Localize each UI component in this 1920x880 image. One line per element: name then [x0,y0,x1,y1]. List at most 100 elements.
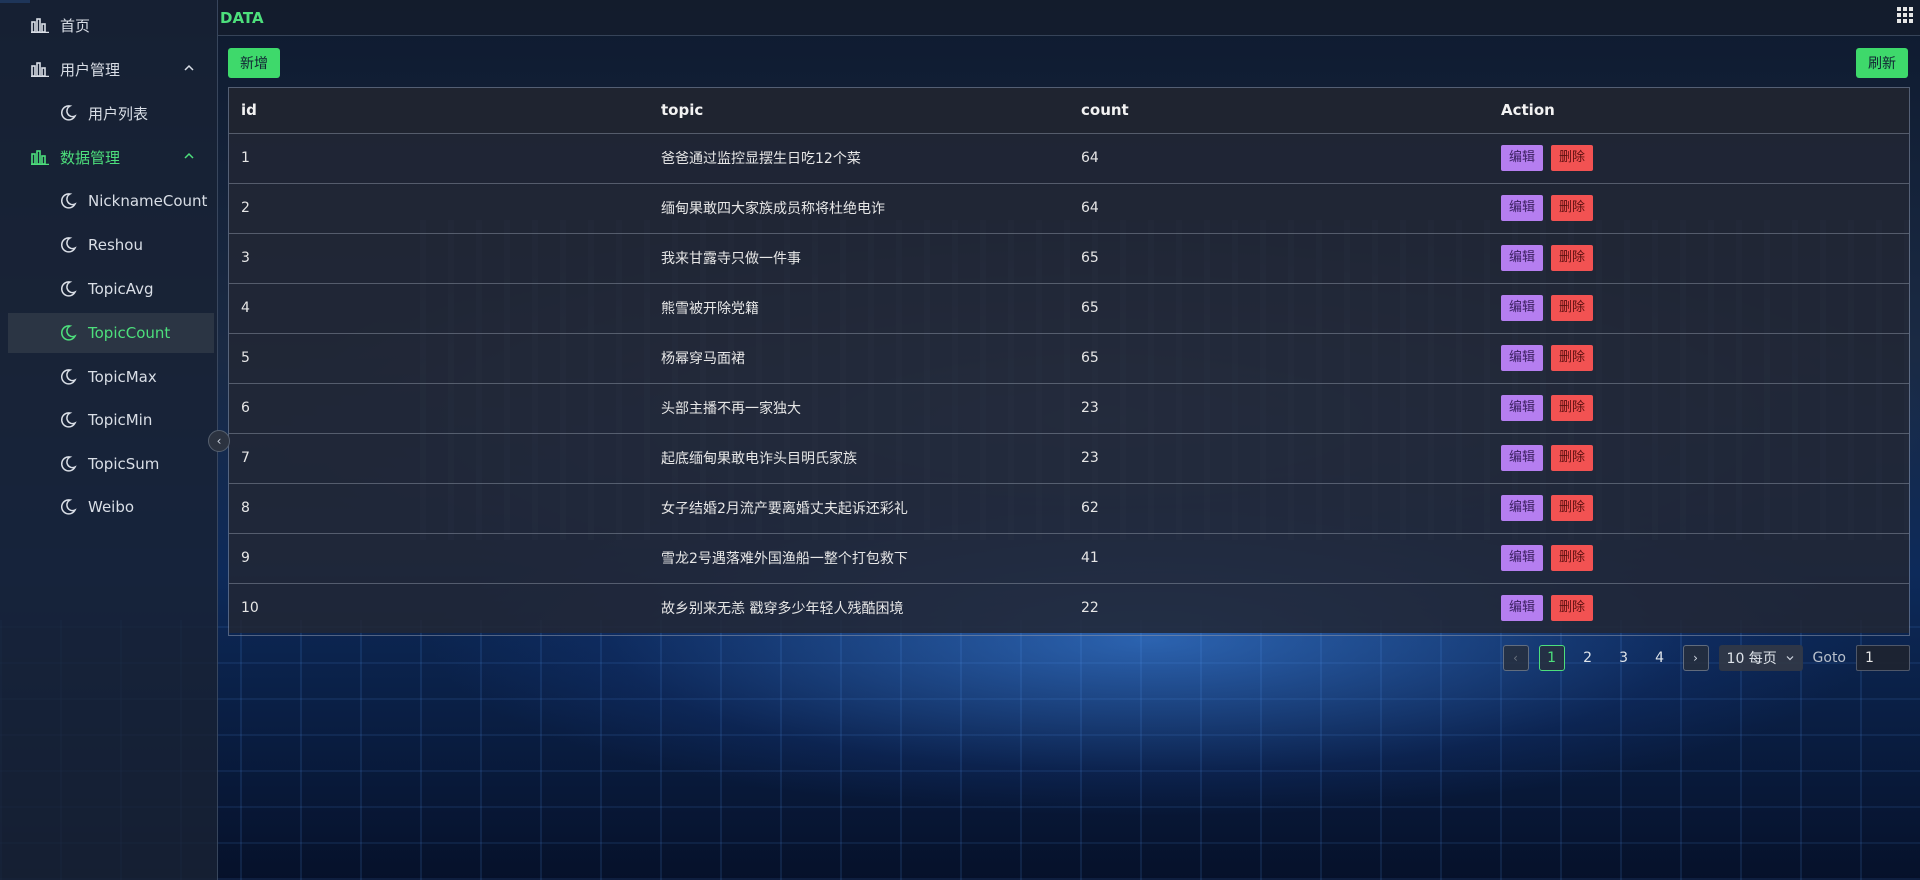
sidebar-item-topicmin[interactable]: TopicMin [0,400,218,440]
moon-icon [58,235,78,255]
table-row: 8 女子结婚2月流产要离婚丈夫起诉还彩礼 62 编辑 删除 [229,483,1909,533]
cell-count: 23 [1081,450,1099,466]
page-number-2[interactable]: 2 [1575,645,1601,671]
delete-button[interactable]: 删除 [1551,495,1594,521]
table-row: 4 熊雪被开除党籍 65 编辑 删除 [229,283,1909,333]
edit-button[interactable]: 编辑 [1501,495,1544,521]
cell-count: 41 [1081,550,1099,566]
cell-topic: 故乡别来无恙 戳穿多少年轻人残酷困境 [661,601,904,618]
sidebar-item-data-management[interactable]: 数据管理 [0,137,218,177]
cell-id: 1 [241,150,250,166]
cell-count: 62 [1081,500,1099,516]
goto-label: Goto [1812,650,1846,666]
sidebar-item-weibo[interactable]: Weibo [0,487,218,527]
delete-button[interactable]: 删除 [1551,595,1594,622]
page-size-value: 10 每页 [1726,651,1777,667]
sidebar-item-nicknamecount[interactable]: NicknameCount [0,181,218,221]
apps-grid-icon[interactable] [1896,6,1914,24]
page-size-select[interactable]: 10 每页 [1718,645,1803,671]
sidebar-item-topicavg[interactable]: TopicAvg [0,269,218,309]
sidebar-item-topicsum[interactable]: TopicSum [0,444,218,484]
delete-button[interactable]: 删除 [1551,345,1594,371]
edit-button[interactable]: 编辑 [1501,445,1544,471]
cell-action: 编辑 删除 [1489,583,1909,633]
add-button[interactable]: 新增 [228,48,280,78]
cell-count: 65 [1081,300,1099,316]
sidebar-item-label: 用户管理 [60,60,121,79]
cell-action: 编辑 删除 [1489,283,1909,333]
chevron-left-icon: ‹ [1513,651,1518,665]
edit-button[interactable]: 编辑 [1501,595,1544,622]
cell-topic: 雪龙2号遇落难外国渔船一整个打包救下 [661,551,908,567]
page-number-4[interactable]: 4 [1647,645,1673,671]
sidebar: 首页 用户管理 用户列表 数据管理 NicknameCount Reshou T… [0,0,218,880]
edit-button[interactable]: 编辑 [1501,545,1544,571]
edit-button[interactable]: 编辑 [1501,145,1544,171]
cell-topic: 熊雪被开除党籍 [661,301,759,317]
sidebar-item-user-management[interactable]: 用户管理 [0,49,218,89]
cell-id: 7 [241,450,250,466]
prev-page-button[interactable]: ‹ [1502,645,1529,671]
cell-count: 65 [1081,350,1099,366]
cell-count: 22 [1081,600,1099,617]
cell-action: 编辑 删除 [1489,533,1909,583]
cell-count: 64 [1081,150,1099,166]
edit-button[interactable]: 编辑 [1501,295,1544,321]
sidebar-item-label: TopicMin [88,411,153,429]
chevron-up-icon [184,64,194,71]
sidebar-item-label: TopicMax [88,368,157,386]
bar-chart-icon [30,15,50,35]
cell-id: 2 [241,200,250,216]
table-row: 5 杨幂穿马面裙 65 编辑 删除 [229,333,1909,383]
delete-button[interactable]: 删除 [1551,395,1594,421]
edit-button[interactable]: 编辑 [1501,195,1544,221]
table-row: 10 故乡别来无恙 戳穿多少年轻人残酷困境 22 编辑 删除 [229,583,1909,633]
cell-topic: 我来甘露寺只做一件事 [661,251,801,267]
sidebar-item-label: NicknameCount [88,192,208,210]
cell-count: 23 [1081,400,1099,416]
delete-button[interactable]: 删除 [1551,195,1594,221]
table-row: 2 缅甸果敢四大家族成员称将杜绝电诈 64 编辑 删除 [229,183,1909,233]
cell-id: 8 [241,500,250,516]
refresh-button[interactable]: 刷新 [1856,48,1908,78]
goto-page-input[interactable] [1856,645,1910,671]
edit-button[interactable]: 编辑 [1501,395,1544,421]
sidebar-collapse-button[interactable]: ‹ [208,430,230,452]
page-number-1[interactable]: 1 [1538,645,1565,671]
page-number-3[interactable]: 3 [1611,645,1637,671]
cell-action: 编辑 删除 [1489,183,1909,233]
delete-button[interactable]: 删除 [1551,545,1594,571]
sidebar-item-label: Weibo [88,498,135,516]
sidebar-item-home[interactable]: 首页 [0,5,218,45]
cell-id: 10 [241,600,259,617]
edit-button[interactable]: 编辑 [1501,245,1544,271]
cell-topic: 杨幂穿马面裙 [661,351,745,367]
chevron-left-icon: ‹ [216,434,222,448]
sidebar-item-topicmax[interactable]: TopicMax [0,357,218,397]
edit-button[interactable]: 编辑 [1501,345,1544,371]
sidebar-item-user-list[interactable]: 用户列表 [0,93,218,133]
delete-button[interactable]: 删除 [1551,295,1594,321]
moon-icon [58,279,78,299]
cell-action: 编辑 删除 [1489,133,1909,183]
cell-topic: 起底缅甸果敢电诈头目明氏家族 [661,451,857,467]
page-title: DATA [220,9,264,27]
bar-chart-icon [30,59,50,79]
sidebar-item-reshou[interactable]: Reshou [0,225,218,265]
moon-icon [58,103,78,123]
table-row: 1 爸爸通过监控显摆生日吃12个菜 64 编辑 删除 [229,133,1909,183]
sidebar-item-label: TopicSum [88,455,160,473]
delete-button[interactable]: 删除 [1551,245,1594,271]
sidebar-item-topiccount[interactable]: TopicCount [8,313,214,353]
data-table: id topic count Action 1 爸爸通过监控显摆生日吃12个菜 64… [228,87,1910,636]
delete-button[interactable]: 删除 [1551,145,1594,171]
top-header: DATA [218,0,1920,36]
cell-action: 编辑 删除 [1489,333,1909,383]
chevron-right-icon: › [1693,651,1698,665]
sidebar-item-label: 首页 [60,16,91,35]
cell-action: 编辑 删除 [1489,233,1909,283]
table-row: 9 雪龙2号遇落难外国渔船一整个打包救下 41 编辑 删除 [229,533,1909,583]
delete-button[interactable]: 删除 [1551,445,1594,471]
next-page-button[interactable]: › [1682,645,1709,671]
cell-topic: 头部主播不再一家独大 [661,401,801,417]
